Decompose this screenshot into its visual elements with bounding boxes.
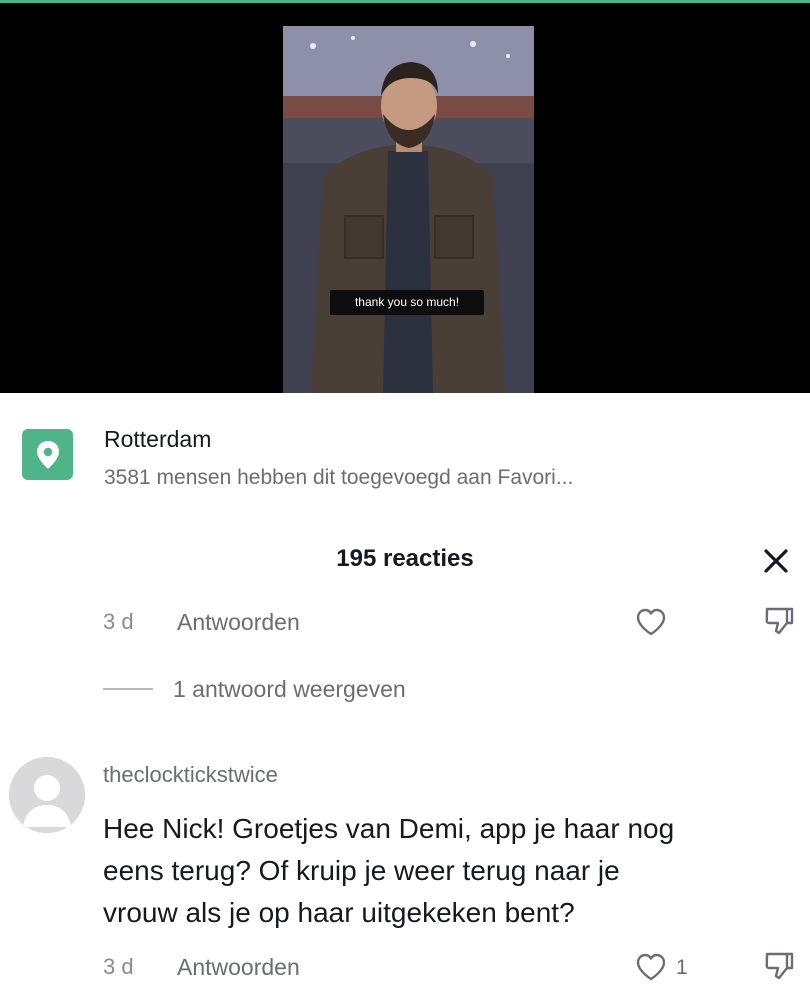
location-pin-icon xyxy=(22,429,73,480)
view-replies-label: 1 antwoord weergeven xyxy=(173,675,406,702)
like-count: 1 xyxy=(676,956,688,979)
comment-line: Hee Nick! Groetjes van Demi, app je haar… xyxy=(103,813,675,844)
avatar[interactable] xyxy=(9,757,85,833)
video-caption: thank you so much! xyxy=(330,290,484,315)
comment-body: Hee Nick! Groetjes van Demi, app je haar… xyxy=(103,808,808,934)
comments-count-title: 195 reacties xyxy=(336,545,474,572)
reply-button[interactable]: Antwoorden xyxy=(177,954,300,981)
comment-meta-row: 3 d Antwoorden xyxy=(103,603,803,643)
reply-button[interactable]: Antwoorden xyxy=(177,609,300,636)
comment-time: 3 d xyxy=(103,954,134,979)
comment-username[interactable]: theclocktickstwice xyxy=(103,762,278,788)
comment-line: eens terug? Of kruip je weer terug naar … xyxy=(103,855,620,886)
video-player[interactable]: thank you so much! xyxy=(0,3,810,393)
close-icon[interactable] xyxy=(756,541,796,581)
video-thumbnail[interactable]: thank you so much! xyxy=(283,26,534,393)
view-replies-button[interactable]: 1 antwoord weergeven xyxy=(103,672,406,706)
thumbs-down-icon[interactable] xyxy=(763,950,797,984)
comment-line: vrouw als je op haar uitgekeken bent? xyxy=(103,897,575,928)
comment-meta-row: 3 d Antwoorden 1 xyxy=(103,948,803,988)
location-tag[interactable]: Rotterdam 3581 mensen hebben dit toegevo… xyxy=(22,425,788,495)
thumbs-down-icon[interactable] xyxy=(763,605,797,639)
video-scene-image xyxy=(283,26,534,393)
comment-time: 3 d xyxy=(103,609,134,634)
replies-divider xyxy=(103,688,153,690)
location-subtitle: 3581 mensen hebben dit toegevoegd aan Fa… xyxy=(104,466,574,489)
heart-outline-icon[interactable] xyxy=(635,605,669,639)
location-name: Rotterdam xyxy=(104,426,212,452)
heart-outline-icon[interactable] xyxy=(635,950,669,984)
